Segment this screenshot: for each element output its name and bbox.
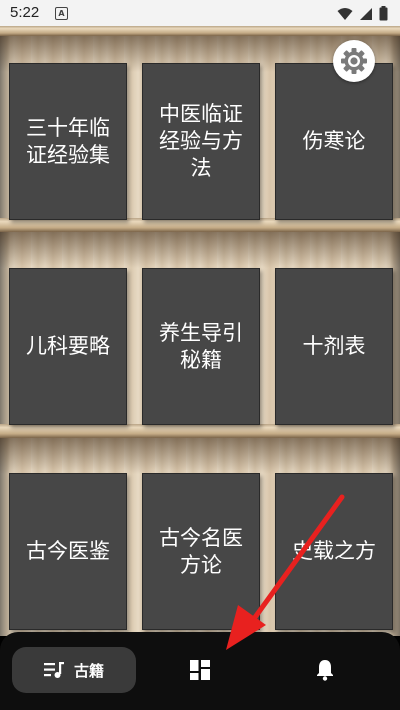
settings-button[interactable] bbox=[333, 40, 375, 82]
bell-icon bbox=[317, 660, 333, 681]
book-card[interactable]: 古今名医方论 bbox=[142, 473, 260, 630]
book-title: 养生导引秘籍 bbox=[159, 320, 243, 372]
book-title: 十剂表 bbox=[302, 334, 366, 358]
book-card[interactable]: 养生导引秘籍 bbox=[142, 268, 260, 425]
book-card[interactable]: 史载之方 bbox=[275, 473, 393, 630]
music-playlist-icon bbox=[43, 662, 64, 678]
gear-icon bbox=[341, 48, 367, 74]
book-card[interactable]: 中医临证经验与方法 bbox=[142, 63, 260, 220]
nav-tab-ancient-books[interactable]: 古籍 bbox=[12, 647, 136, 693]
book-title: 伤寒论 bbox=[302, 129, 366, 153]
book-title: 三十年临证经验集 bbox=[26, 115, 110, 167]
bottom-nav: 古籍 bbox=[0, 632, 400, 710]
book-title: 中医临证经验与方法 bbox=[159, 102, 243, 180]
shelf-plank bbox=[0, 424, 400, 438]
book-title: 史载之方 bbox=[292, 539, 376, 563]
signal-icon bbox=[360, 7, 372, 20]
status-icons bbox=[337, 6, 388, 21]
book-title: 古今名医方论 bbox=[159, 525, 243, 577]
notification-icon: A bbox=[55, 7, 68, 20]
book-card[interactable]: 古今医鉴 bbox=[9, 473, 127, 630]
book-card[interactable]: 三十年临证经验集 bbox=[9, 63, 127, 220]
nav-tab-notifications[interactable] bbox=[295, 647, 355, 693]
shelf-plank-top bbox=[0, 26, 400, 36]
battery-icon bbox=[379, 6, 388, 21]
shelf-plank bbox=[0, 218, 400, 232]
book-card[interactable]: 儿科要略 bbox=[9, 268, 127, 425]
book-title: 儿科要略 bbox=[26, 334, 110, 358]
nav-tab-dashboard[interactable] bbox=[170, 647, 230, 693]
book-card[interactable]: 十剂表 bbox=[275, 268, 393, 425]
dashboard-icon bbox=[190, 660, 210, 680]
wifi-icon bbox=[337, 7, 353, 20]
book-card[interactable]: 伤寒论 bbox=[275, 63, 393, 220]
shelf-shadow bbox=[0, 438, 400, 474]
book-title: 古今医鉴 bbox=[26, 539, 110, 563]
shelf-shadow bbox=[0, 232, 400, 268]
nav-tab-label: 古籍 bbox=[73, 661, 104, 680]
status-time: 5:22 bbox=[10, 4, 40, 21]
status-bar: 5:22 A bbox=[0, 0, 400, 26]
